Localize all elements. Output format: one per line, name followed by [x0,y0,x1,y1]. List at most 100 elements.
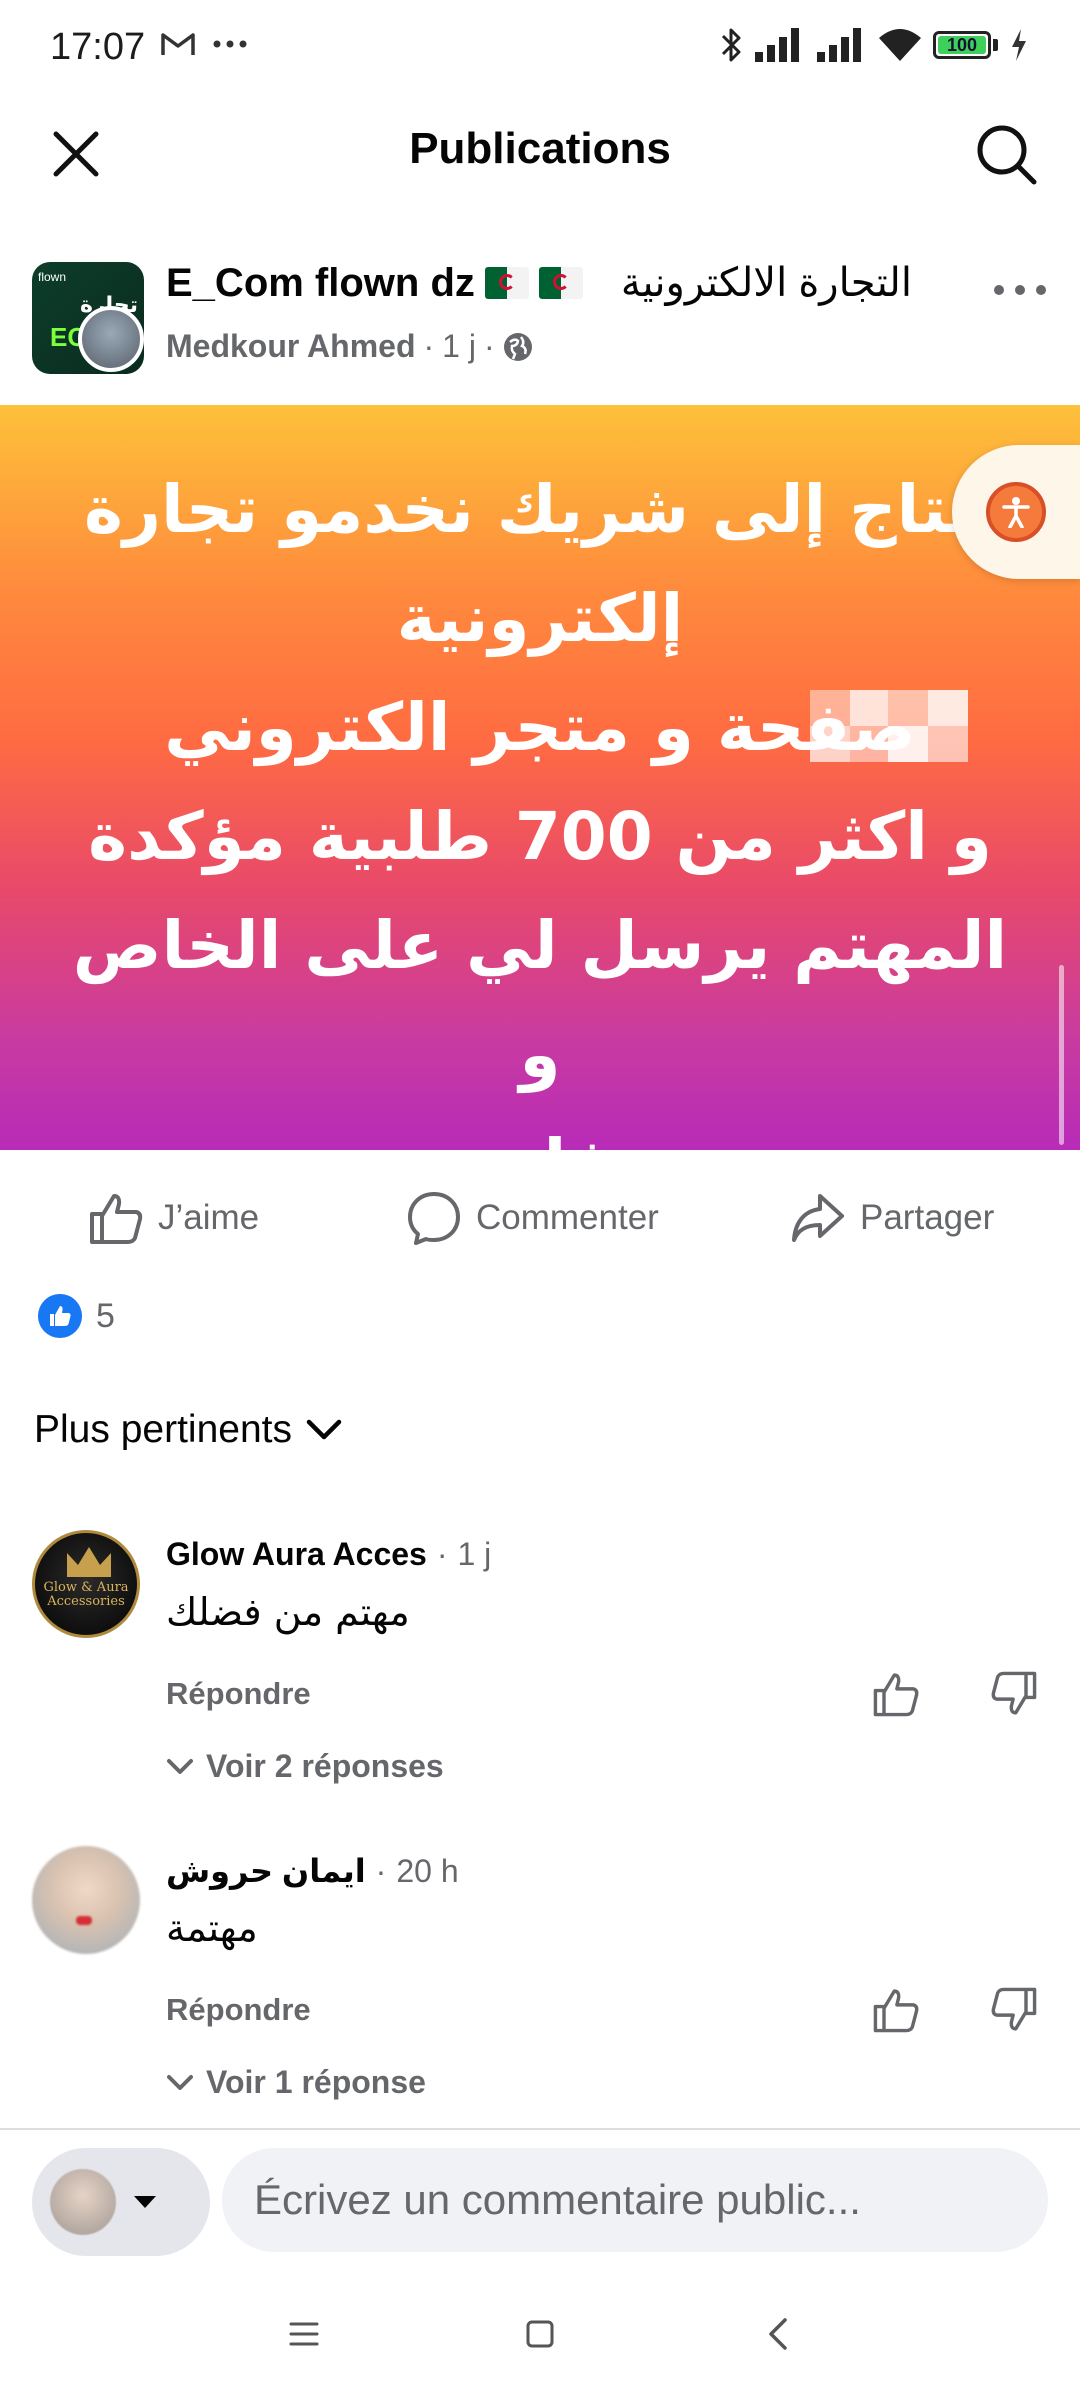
comment-composer [0,2128,1080,2268]
back-chevron-icon [769,2318,787,2350]
comment-author-row: Glow Aura Acces · 1 j [166,1536,491,1573]
meta-separator: · [436,1536,448,1572]
group-name-arabic[interactable]: التجارة الالكترونية [621,260,912,306]
comment-time: 1 j [457,1536,492,1572]
comment-bubble-icon [408,1192,460,1245]
globe-icon [503,332,532,361]
charging-icon [1012,29,1026,61]
post-more-button[interactable] [990,270,1050,310]
caret-down-icon [134,2196,156,2208]
chevron-down-icon [167,1758,193,1774]
top-header: Publications [0,96,1080,206]
group-name-row[interactable]: E_Com flown dz التجارة الالكترونية [166,260,912,306]
status-left-icons [160,30,248,58]
author-avatar[interactable] [78,306,144,372]
signal-icon [817,28,861,62]
thumbs-down-icon [991,1671,1037,1715]
status-bar: 17:07 100 [0,0,1080,96]
meta-separator: · [423,328,435,364]
page-title: Publications [409,124,671,173]
comment-item: ايمان حروش · 20 h مهتمة Répondre Voir 1 … [0,1846,1080,2106]
share-arrow-icon [792,1194,844,1242]
nav-back-button[interactable] [748,2312,808,2356]
like-label: J’aime [158,1198,260,1237]
comments-sort-dropdown[interactable]: Plus pertinents [34,1408,342,1452]
meta-separator: · [483,328,495,364]
share-label: Partager [860,1198,995,1237]
accessibility-button[interactable] [952,445,1080,579]
scroll-indicator [1059,965,1064,1145]
reply-button[interactable]: Répondre [166,1992,311,2028]
battery-icon: 100 [933,31,991,59]
thumbs-up-icon [90,1194,143,1244]
comment-button[interactable]: Commenter [406,1190,659,1246]
post-action-bar: J’aime Commenter Partager [0,1170,1080,1260]
crown-logo-icon [67,1547,111,1577]
comment-dislike-button[interactable] [986,1982,1042,2038]
system-nav-bar [0,2268,1080,2400]
accessibility-icon [986,482,1046,542]
group-avatar-tag: flown [38,270,67,284]
comment-item: Glow & Aura Accessories Glow Aura Acces … [0,1530,1080,1790]
menu-icon [289,2322,319,2346]
thumbs-up-icon [873,1673,919,1717]
chevron-down-icon [167,2074,193,2090]
reaction-count: 5 [96,1296,115,1335]
comment-like-button[interactable] [868,1666,924,1722]
pixelated-redaction [810,690,985,764]
post-image-text: حتاج إلى شريك نخدمو تجارة إلكترونية صفحة… [72,471,1008,1150]
comment-author[interactable]: ايمان حروش [166,1852,366,1890]
bluetooth-icon [721,28,741,62]
reactions-summary[interactable]: 5 [38,1294,115,1338]
comment-author[interactable]: Glow Aura Acces [166,1536,427,1573]
chevron-down-icon [306,1419,342,1440]
like-button[interactable]: J’aime [88,1190,259,1246]
more-dots-icon [213,40,247,48]
battery-cap [993,39,998,51]
algeria-flag-icon [538,267,583,299]
thumbs-up-icon [873,1989,919,2033]
user-avatar [50,2169,116,2235]
sort-label: Plus pertinents [34,1408,292,1451]
status-right-icons: 100 [719,26,1028,64]
comment-text: مهتم من فضلك [166,1590,410,1634]
comment-author-row: ايمان حروش · 20 h [166,1852,459,1890]
comment-time: 20 h [396,1852,459,1889]
gmail-icon [161,33,195,55]
comment-like-button[interactable] [868,1982,924,2038]
algeria-flag-icon [484,267,529,299]
nav-recents-button[interactable] [274,2312,334,2356]
status-time: 17:07 [50,26,146,68]
view-replies-button[interactable]: Voir 1 réponse [166,2064,426,2101]
reply-button[interactable]: Répondre [166,1676,311,1712]
thumbs-down-icon [991,1987,1037,2031]
post-image[interactable]: حتاج إلى شريك نخدمو تجارة إلكترونية صفحة… [0,405,1080,1150]
post-time[interactable]: 1 j [442,328,476,365]
battery-level: 100 [946,34,978,55]
search-button[interactable] [966,114,1046,194]
nav-home-button[interactable] [510,2312,570,2356]
comment-label: Commenter [476,1198,659,1237]
post-author[interactable]: Medkour Ahmed [166,328,416,365]
commenter-avatar-logo-text: Glow & Aura Accessories [43,1580,129,1609]
home-square-icon [526,2320,554,2348]
view-replies-label: Voir 2 réponses [206,1748,444,1784]
share-button[interactable]: Partager [790,1190,994,1246]
comment-dislike-button[interactable] [986,1666,1042,1722]
commenter-avatar[interactable]: Glow & Aura Accessories [32,1530,140,1638]
meta-separator: · [375,1852,387,1889]
comment-text: مهتمة [166,1906,258,1950]
identity-switcher[interactable] [32,2148,210,2256]
search-icon [977,125,1037,185]
like-reaction-icon [38,1294,82,1338]
group-name[interactable]: E_Com flown dz [166,261,475,306]
view-replies-label: Voir 1 réponse [206,2064,426,2100]
more-dots-icon [994,285,1046,295]
view-replies-button[interactable]: Voir 2 réponses [166,1748,444,1785]
signal-icon [755,28,799,62]
post-meta: Medkour Ahmed · 1 j · [166,328,533,365]
wifi-icon [879,29,921,61]
post-header: flown تجارة EC E_Com flown dz التجارة ال… [0,252,1080,392]
commenter-avatar[interactable] [32,1846,140,1954]
comment-input[interactable] [222,2148,1048,2252]
